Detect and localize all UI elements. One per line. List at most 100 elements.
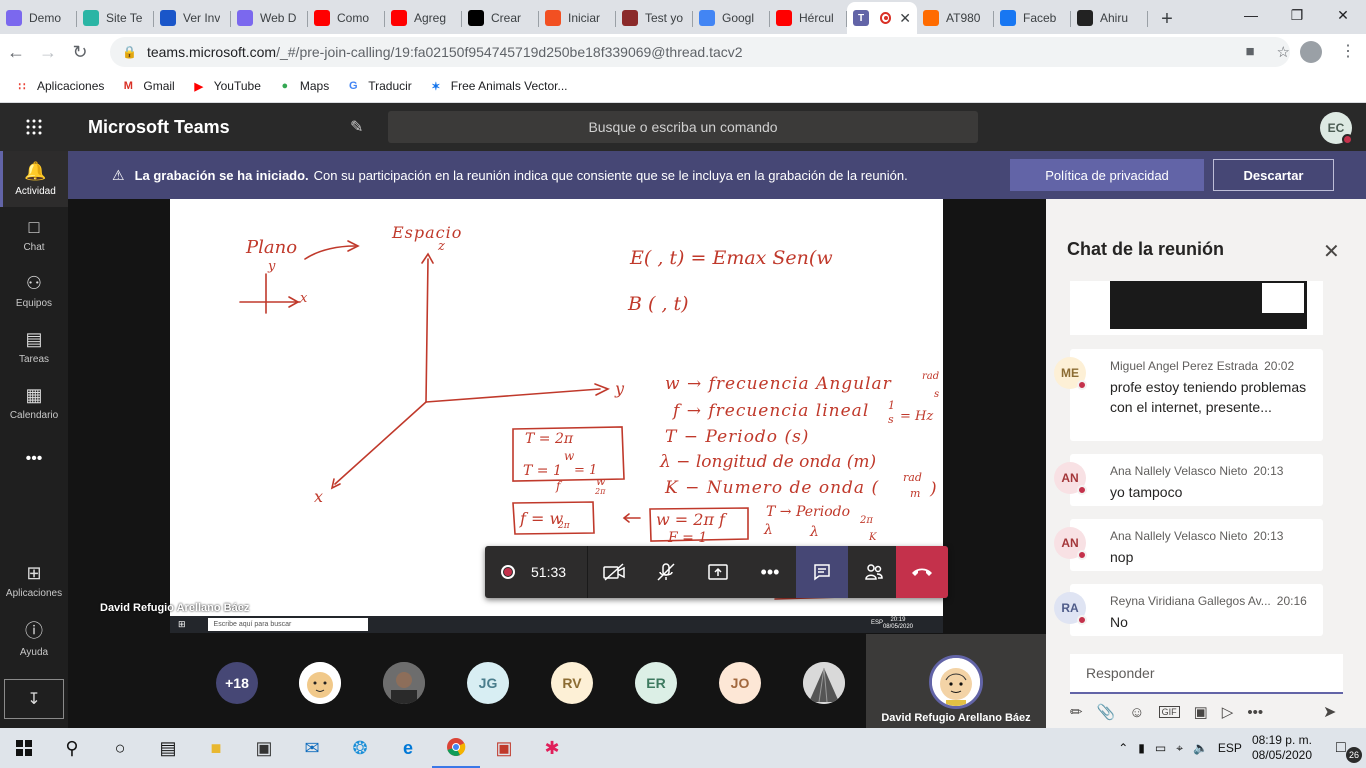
- chat-message[interactable]: AN Ana Nallely Velasco Nieto 20:13 yo tampo…: [1054, 454, 1323, 506]
- attach-icon[interactable]: 📎: [1097, 703, 1116, 721]
- reply-input[interactable]: Responder: [1070, 654, 1343, 694]
- close-icon[interactable]: ✕: [1323, 239, 1340, 264]
- rail-item-equipos[interactable]: ⚇ Equipos: [0, 263, 68, 319]
- participant-avatar[interactable]: [299, 662, 341, 704]
- browser-tab[interactable]: Web D: [231, 2, 308, 34]
- privacy-policy-button[interactable]: Política de privacidad: [1010, 159, 1204, 191]
- app-launcher-icon[interactable]: [0, 103, 68, 151]
- meet-now-icon[interactable]: ▷: [1222, 703, 1234, 721]
- browser-tab[interactable]: Faceb: [994, 2, 1071, 34]
- user-avatar[interactable]: EC: [1320, 112, 1353, 145]
- browser-tab[interactable]: Como: [308, 2, 385, 34]
- chrome-icon[interactable]: [432, 728, 480, 768]
- share-screen-icon[interactable]: [692, 546, 744, 598]
- browser-tab[interactable]: AT980: [917, 2, 994, 34]
- chrome-menu-icon[interactable]: ⋮: [1340, 41, 1356, 61]
- hang-up-icon[interactable]: [896, 546, 948, 598]
- bookmark-item[interactable]: ∷ Aplicaciones: [14, 78, 105, 94]
- browser-tab[interactable]: Hércul: [770, 2, 847, 34]
- search-input[interactable]: Busque o escriba un comando: [388, 111, 978, 143]
- new-tab-icon[interactable]: +: [1152, 4, 1182, 34]
- mail-icon[interactable]: ✉: [288, 728, 336, 768]
- chat-toggle-icon[interactable]: [796, 546, 848, 598]
- clock[interactable]: 08:19 p. m. 08/05/2020: [1252, 733, 1322, 763]
- reload-icon[interactable]: ↻: [64, 36, 96, 68]
- chat-image-message[interactable]: [1070, 281, 1323, 335]
- download-icon[interactable]: ↧: [4, 679, 64, 719]
- participant-avatar[interactable]: RV: [551, 662, 593, 704]
- minimize-icon[interactable]: —: [1228, 0, 1274, 30]
- format-icon[interactable]: ✏: [1070, 703, 1083, 721]
- more-apps-button[interactable]: •••: [0, 431, 68, 487]
- wifi-icon[interactable]: ⌖: [1176, 741, 1183, 756]
- browser-tab[interactable]: Site Te: [77, 2, 154, 34]
- mic-off-icon[interactable]: [640, 546, 692, 598]
- chat-message[interactable]: AN Ana Nallely Velasco Nieto 20:13 nop: [1054, 519, 1323, 571]
- dismiss-button[interactable]: Descartar: [1213, 159, 1334, 191]
- chevron-up-icon[interactable]: ⌃: [1118, 741, 1128, 755]
- search-icon[interactable]: ⚲: [48, 728, 96, 768]
- store-icon[interactable]: ▣: [240, 728, 288, 768]
- start-icon[interactable]: [0, 728, 48, 768]
- camera-off-icon[interactable]: [588, 546, 640, 598]
- rail-item-chat[interactable]: □ Chat: [0, 207, 68, 263]
- rail-item-actividad[interactable]: 🔔 Actividad: [0, 151, 68, 207]
- participant-avatar[interactable]: JG: [467, 662, 509, 704]
- new-chat-icon[interactable]: ✎: [350, 117, 363, 137]
- rail-item-aplicaciones[interactable]: ⊞ Aplicaciones: [0, 553, 68, 609]
- browser-tab[interactable]: Ahiru: [1071, 2, 1148, 34]
- app-icon[interactable]: ▣: [480, 728, 528, 768]
- participant-avatar[interactable]: ER: [635, 662, 677, 704]
- participants-icon[interactable]: [848, 546, 900, 598]
- address-bar[interactable]: 🔒 teams.microsoft.com/_#/pre-join-callin…: [110, 37, 1290, 67]
- restore-icon[interactable]: ❐: [1274, 0, 1320, 30]
- volume-icon[interactable]: 🔈: [1193, 741, 1208, 755]
- participant-avatar[interactable]: JO: [719, 662, 761, 704]
- rail-item-ayuda[interactable]: ⓘ Ayuda: [0, 609, 68, 665]
- bookmark-item[interactable]: G Traducir: [345, 78, 412, 94]
- sticker-icon[interactable]: ▣: [1194, 703, 1208, 721]
- usb-icon[interactable]: ▮: [1138, 741, 1145, 755]
- more-participants-badge[interactable]: +18: [216, 662, 258, 704]
- browser-icon[interactable]: ❂: [336, 728, 384, 768]
- browser-tab[interactable]: Demo: [0, 2, 77, 34]
- browser-tab[interactable]: Googl: [693, 2, 770, 34]
- bookmark-item[interactable]: ● Maps: [277, 78, 330, 94]
- rail-item-calendario[interactable]: ▦ Calendario: [0, 375, 68, 431]
- battery-icon[interactable]: ▭: [1155, 741, 1166, 755]
- more-options-icon[interactable]: •••: [744, 546, 796, 598]
- camera-icon[interactable]: ■: [1245, 43, 1254, 61]
- close-tab-icon[interactable]: ✕: [899, 10, 911, 27]
- profile-avatar[interactable]: [1300, 41, 1322, 63]
- task-view-icon[interactable]: ▤: [144, 728, 192, 768]
- slack-icon[interactable]: ✱: [528, 728, 576, 768]
- chat-message[interactable]: ME Miguel Angel Perez Estrada 20:02 profe e…: [1054, 349, 1323, 441]
- bookmark-item[interactable]: ▶ YouTube: [191, 78, 260, 94]
- back-icon[interactable]: ←: [0, 36, 32, 68]
- cortana-icon[interactable]: ○: [96, 728, 144, 768]
- browser-tab[interactable]: Crear: [462, 2, 539, 34]
- rail-item-tareas[interactable]: ▤ Tareas: [0, 319, 68, 375]
- file-explorer-icon[interactable]: ■: [192, 728, 240, 768]
- participant-avatar[interactable]: [383, 662, 425, 704]
- notification-center-icon[interactable]: □ 26: [1336, 739, 1366, 763]
- bookmark-item[interactable]: M Gmail: [120, 78, 175, 94]
- more-compose-icon[interactable]: •••: [1247, 704, 1263, 721]
- send-icon[interactable]: ➤: [1323, 702, 1336, 722]
- emoji-icon[interactable]: ☺: [1129, 704, 1144, 721]
- browser-tab[interactable]: Test yo: [616, 2, 693, 34]
- language-indicator[interactable]: ESP: [1218, 741, 1242, 755]
- author-avatar: RA: [1054, 592, 1087, 625]
- bookmark-item[interactable]: ✶ Free Animals Vector...: [428, 78, 567, 94]
- browser-tab-active[interactable]: T ✕: [847, 2, 917, 34]
- gif-icon[interactable]: GIF: [1158, 706, 1180, 718]
- edge-icon[interactable]: e: [384, 728, 432, 768]
- star-icon[interactable]: ☆: [1277, 43, 1290, 61]
- close-window-icon[interactable]: ✕: [1320, 0, 1366, 30]
- participant-avatar[interactable]: [803, 662, 845, 704]
- browser-tab[interactable]: Iniciar: [539, 2, 616, 34]
- forward-icon[interactable]: →: [32, 36, 64, 68]
- browser-tab[interactable]: Ver Inv: [154, 2, 231, 34]
- browser-tab[interactable]: Agreg: [385, 2, 462, 34]
- chat-message[interactable]: RA Reyna Viridiana Gallegos Av... 20:16 No: [1054, 584, 1323, 636]
